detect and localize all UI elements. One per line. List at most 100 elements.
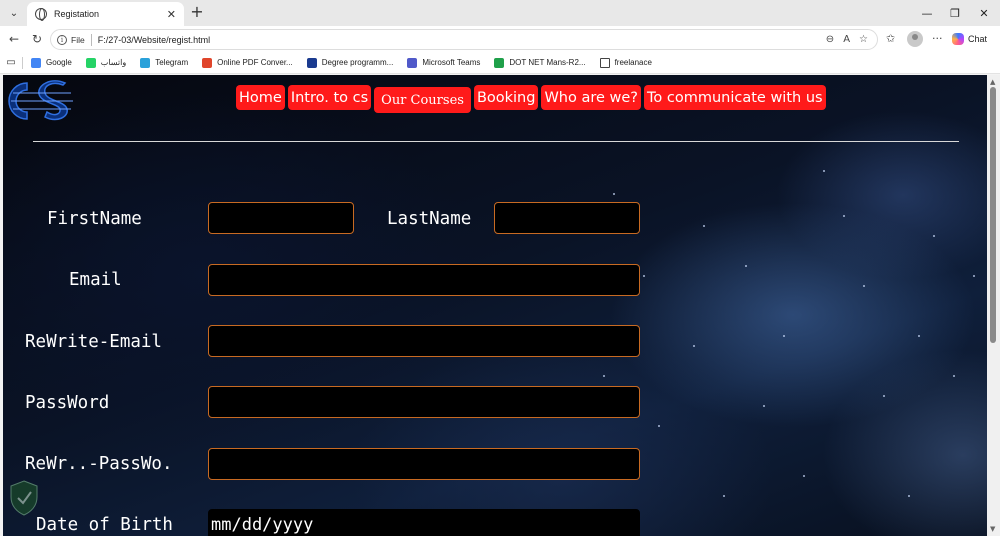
favorite-star-icon[interactable]: ☆ [859, 34, 868, 45]
nav-item-who-are-we[interactable]: Who are we? [541, 85, 641, 110]
address-bar[interactable]: i File F:/27-03/Website/regist.html ⊖ A … [50, 29, 878, 50]
bookmark-label: freelanace [614, 58, 652, 67]
url-text[interactable]: F:/27-03/Website/regist.html [98, 35, 826, 45]
nav-item-home[interactable]: Home [236, 85, 285, 110]
profile-avatar[interactable] [907, 31, 923, 47]
chat-label: Chat [968, 34, 988, 44]
file-chip: File [71, 34, 85, 45]
bookmark-favicon-icon [306, 57, 317, 68]
bookmark-item[interactable]: freelanace [599, 57, 652, 68]
background-star [908, 495, 910, 497]
tab-actions-menu-button[interactable]: ⌄ [4, 4, 24, 22]
last-name-label: LastName [387, 209, 472, 229]
background-star [883, 395, 885, 397]
page-scrollbar[interactable]: ▲ ▼ [987, 75, 1000, 536]
background-star [723, 495, 725, 497]
shield-watermark-icon [10, 480, 38, 516]
close-window-button[interactable]: ✕ [964, 0, 1000, 26]
background-star [603, 375, 605, 377]
bookmarks-separator [22, 56, 23, 69]
bookmark-item[interactable]: DOT NET Mans-R2... [494, 57, 586, 68]
first-name-label: FirstName [47, 209, 142, 229]
globe-icon [35, 8, 47, 21]
nav-item-booking[interactable]: Booking [473, 85, 539, 110]
rewrite-password-input[interactable] [208, 448, 640, 480]
collections-icon[interactable]: ▭ [0, 57, 22, 68]
background-star [783, 335, 785, 337]
browser-toolbar: ← ↻ i File F:/27-03/Website/regist.html … [0, 26, 1000, 52]
header-divider [33, 141, 959, 142]
first-name-input[interactable] [208, 202, 354, 234]
bookmark-favicon-icon [31, 57, 41, 68]
cs-logo[interactable] [5, 79, 77, 123]
background-star [693, 345, 695, 347]
bookmark-label: واتساب [100, 58, 127, 67]
bookmark-label: DOT NET Mans-R2... [509, 58, 586, 67]
background-star [953, 375, 955, 377]
background-star [803, 475, 805, 477]
favorites-icon[interactable]: ✩ [886, 32, 895, 45]
background-star [763, 405, 765, 407]
nav-item-to-communicate-with-us[interactable]: To communicate with us [644, 85, 826, 110]
browser-tab[interactable]: Registation ✕ [27, 2, 184, 26]
email-input[interactable] [208, 264, 640, 296]
date-of-birth-input[interactable] [208, 509, 640, 536]
bookmark-favicon-icon [202, 57, 213, 68]
background-star [933, 235, 935, 237]
background-star [745, 265, 747, 267]
password-input[interactable] [208, 386, 640, 418]
background-star [613, 193, 615, 195]
bookmark-favicon-icon [407, 57, 418, 68]
bookmark-favicon-icon [85, 57, 96, 68]
tab-close-button[interactable]: ✕ [167, 8, 176, 21]
zoom-icon[interactable]: ⊖ [826, 34, 834, 45]
rewrite-password-label: ReWr..-PassWo. [25, 454, 173, 474]
bookmark-label: Telegram [155, 58, 189, 67]
rewrite-email-label: ReWrite-Email [25, 332, 162, 352]
more-options-icon[interactable]: ··· [932, 32, 943, 45]
bookmark-item[interactable]: واتساب [85, 57, 127, 68]
address-separator [90, 33, 92, 46]
email-label: Email [69, 270, 122, 290]
background-star [658, 425, 660, 427]
bookmark-item[interactable]: Degree programm... [306, 57, 394, 68]
background-star [643, 275, 645, 277]
bookmark-favicon-icon [140, 57, 151, 68]
date-of-birth-label: Date of Birth [36, 515, 173, 535]
bookmark-label: Microsoft Teams [422, 58, 481, 67]
refresh-icon[interactable]: ↻ [28, 30, 46, 48]
back-arrow-icon[interactable]: ← [5, 30, 23, 48]
bookmarks-bar: ▭ Google واتساب Telegram Online PDF Conver.… [0, 52, 1000, 74]
background-star [863, 285, 865, 287]
background-star [918, 335, 920, 337]
password-label: PassWord [25, 393, 110, 413]
tab-strip: ⌄ Registation ✕ + — ❐ ✕ [0, 0, 1000, 26]
tab-title: Registation [54, 9, 100, 19]
bookmark-label: Online PDF Conver... [217, 58, 293, 67]
background-star [843, 215, 845, 217]
background-star [703, 225, 705, 227]
last-name-input[interactable] [494, 202, 640, 234]
info-icon[interactable]: i [57, 34, 67, 45]
bookmark-item[interactable]: Telegram [140, 57, 189, 68]
bookmark-favicon-icon [494, 57, 505, 68]
folder-icon [599, 57, 610, 68]
page-viewport: Home Intro. to cs Our Courses Booking Who ar… [3, 75, 987, 536]
nav-item-intro-to-cs[interactable]: Intro. to cs [287, 85, 372, 110]
bookmark-label: Degree programm... [321, 58, 394, 67]
bookmark-label: Google [46, 58, 72, 67]
copilot-icon [952, 33, 964, 45]
read-aloud-icon[interactable]: A [843, 34, 850, 45]
nav-item-our-courses[interactable]: Our Courses [374, 87, 471, 113]
rewrite-email-input[interactable] [208, 325, 640, 357]
copilot-chat-button[interactable]: Chat [952, 30, 996, 48]
scroll-up-icon[interactable]: ▲ [990, 78, 995, 86]
new-tab-button[interactable]: + [188, 4, 206, 22]
bookmark-item[interactable]: Online PDF Conver... [202, 57, 293, 68]
background-star [973, 275, 975, 277]
scroll-thumb[interactable] [990, 87, 996, 343]
bookmark-item[interactable]: Google [31, 57, 72, 68]
scroll-down-icon[interactable]: ▼ [990, 525, 995, 533]
bookmark-item[interactable]: Microsoft Teams [407, 57, 481, 68]
main-nav: Home Intro. to cs Our Courses Booking Who ar… [236, 85, 826, 113]
